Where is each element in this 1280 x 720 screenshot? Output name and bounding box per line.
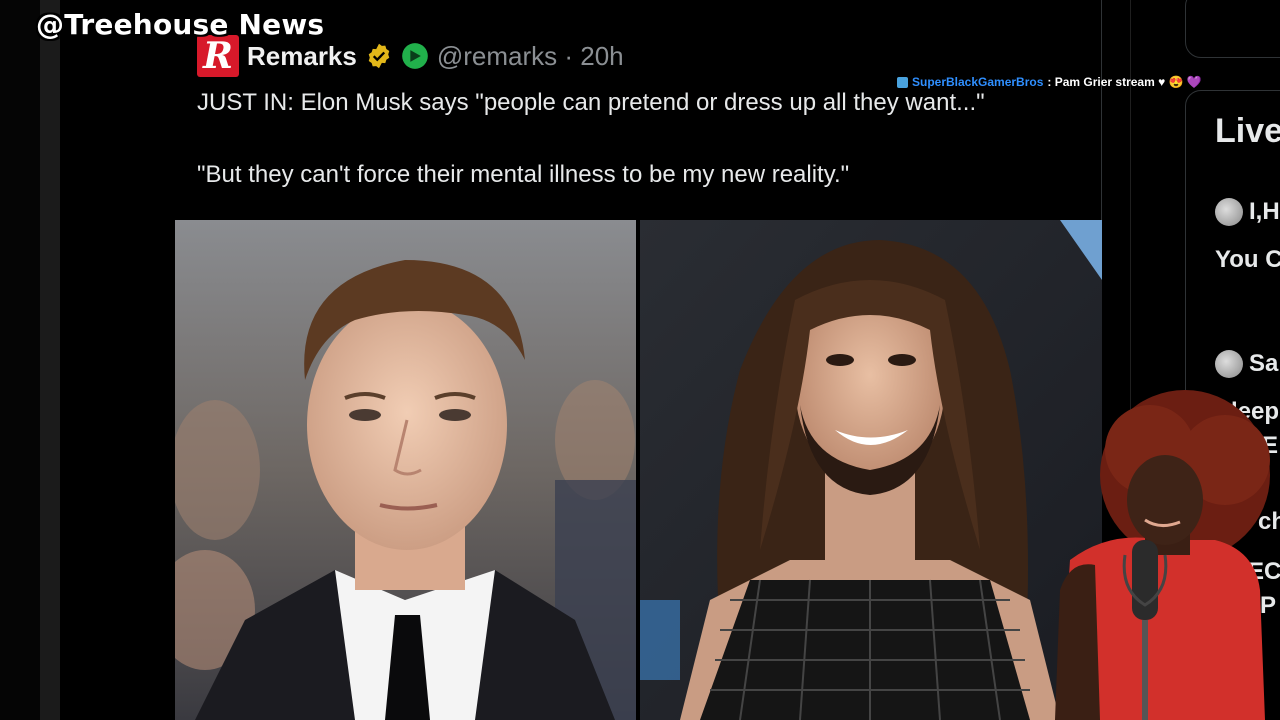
avatar: [1215, 198, 1243, 226]
stream-chat-overlay: SuperBlackGamerBros : Pam Grier stream ♥…: [897, 75, 1202, 89]
overlay-chat-message: : Pam Grier stream ♥ 😍 💜: [1047, 75, 1202, 89]
avatar: [1215, 350, 1243, 378]
streamer-webcam: [1040, 390, 1280, 720]
chat-username: Sa: [1249, 350, 1279, 377]
author-display-name[interactable]: Remarks: [247, 41, 357, 72]
chat-badge-icon: [897, 76, 908, 88]
affiliate-badge-icon: [402, 43, 428, 69]
live-chat-row-1[interactable]: I,H: [1215, 198, 1280, 226]
left-rail: [0, 0, 40, 720]
tweet-body: JUST IN: Elon Musk says "people can pret…: [197, 86, 1087, 192]
left-gutter: [60, 0, 175, 720]
chat-username: I,H: [1249, 198, 1280, 225]
tweet-card[interactable]: R Remarks @remarks · 20h JUST IN: Elon M…: [175, 0, 1102, 720]
remarks-logo-icon[interactable]: R: [197, 35, 239, 77]
tweet-photo-left[interactable]: [175, 220, 636, 720]
live-panel-title: Live: [1215, 112, 1280, 150]
tweet-photo-right[interactable]: [640, 220, 1102, 720]
right-top-card: [1185, 0, 1280, 58]
live-chat-row-2[interactable]: Sa: [1215, 350, 1278, 378]
author-handle-time[interactable]: @remarks · 20h: [437, 41, 624, 72]
tweet-line-1: JUST IN: Elon Musk says "people can pret…: [197, 89, 985, 116]
verified-badge-icon: [368, 43, 390, 69]
overlay-chat-username: SuperBlackGamerBros: [912, 75, 1044, 89]
tweet-header: R Remarks @remarks · 20h: [197, 35, 624, 77]
chat-message-1: You C: [1215, 246, 1280, 273]
scrollbar-track[interactable]: [40, 0, 60, 720]
tweet-line-2: "But they can't force their mental illne…: [197, 161, 850, 188]
channel-watermark: @Treehouse News: [36, 8, 325, 41]
